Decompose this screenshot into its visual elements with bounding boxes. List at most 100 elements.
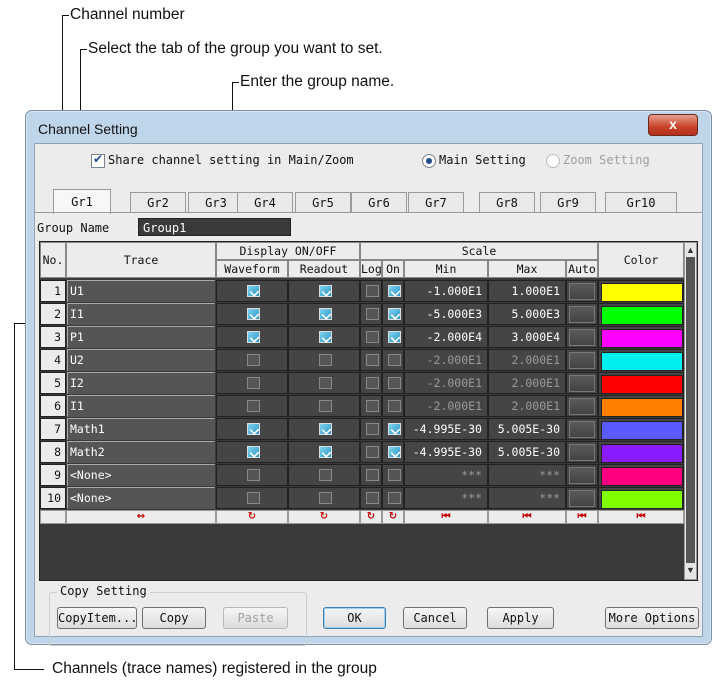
- scale-max-field[interactable]: 2.000E1: [488, 395, 566, 417]
- log-scale-checkbox[interactable]: [365, 446, 379, 458]
- scale-max-field[interactable]: 1.000E1: [488, 280, 566, 302]
- auto-scale-button[interactable]: [569, 329, 595, 346]
- auto-scale-button[interactable]: [569, 421, 595, 438]
- trace-move-icon[interactable]: ↔: [66, 510, 216, 524]
- tab-gr8[interactable]: Gr8: [479, 192, 535, 213]
- on-reset-icon[interactable]: ↻: [382, 510, 404, 524]
- tab-gr4[interactable]: Gr4: [237, 192, 293, 213]
- waveform-checkbox[interactable]: [246, 469, 260, 481]
- log-scale-checkbox[interactable]: [365, 400, 379, 412]
- log-scale-checkbox[interactable]: [365, 331, 379, 343]
- waveform-checkbox[interactable]: [246, 492, 260, 504]
- scale-on-checkbox[interactable]: [387, 400, 401, 412]
- more-options-button[interactable]: More Options: [605, 607, 699, 629]
- cancel-button[interactable]: Cancel: [403, 607, 467, 629]
- waveform-checkbox[interactable]: [246, 331, 260, 343]
- scale-on-checkbox[interactable]: [387, 377, 401, 389]
- scale-min-field[interactable]: ***: [404, 487, 488, 509]
- color-swatch[interactable]: [601, 490, 683, 508]
- color-swatch[interactable]: [601, 375, 683, 393]
- readout-checkbox[interactable]: [318, 377, 332, 389]
- copy-item-button[interactable]: CopyItem...: [57, 607, 137, 629]
- readout-checkbox[interactable]: [318, 354, 332, 366]
- auto-scale-button[interactable]: [569, 444, 595, 461]
- readout-checkbox[interactable]: [318, 492, 332, 504]
- log-scale-checkbox[interactable]: [365, 469, 379, 481]
- scale-min-field[interactable]: ***: [404, 464, 488, 486]
- log-scale-checkbox[interactable]: [365, 377, 379, 389]
- scale-max-field[interactable]: 3.000E4: [488, 326, 566, 348]
- color-swatch[interactable]: [601, 444, 683, 462]
- apply-button[interactable]: Apply: [487, 607, 554, 629]
- trace-name-field[interactable]: P1: [67, 326, 215, 348]
- scale-min-field[interactable]: -1.000E1: [404, 280, 488, 302]
- auto-scale-button[interactable]: [569, 352, 595, 369]
- scale-on-checkbox[interactable]: [387, 285, 401, 297]
- readout-checkbox[interactable]: [318, 285, 332, 297]
- share-checkbox[interactable]: ✔: [91, 152, 105, 168]
- waveform-reset-icon[interactable]: ↻: [216, 510, 288, 524]
- tab-gr9[interactable]: Gr9: [540, 192, 596, 213]
- waveform-checkbox[interactable]: [246, 285, 260, 297]
- scale-min-field[interactable]: -2.000E4: [404, 326, 488, 348]
- log-scale-checkbox[interactable]: [365, 354, 379, 366]
- readout-checkbox[interactable]: [318, 469, 332, 481]
- readout-checkbox[interactable]: [318, 400, 332, 412]
- color-swatch[interactable]: [601, 283, 683, 301]
- scale-max-field[interactable]: 5.000E3: [488, 303, 566, 325]
- scale-on-checkbox[interactable]: [387, 308, 401, 320]
- main-setting-radio[interactable]: [422, 154, 436, 168]
- auto-scale-button[interactable]: [569, 375, 595, 392]
- tab-gr6[interactable]: Gr6: [351, 192, 407, 213]
- trace-name-field[interactable]: <None>: [67, 487, 215, 509]
- vertical-scrollbar[interactable]: ▲ ▼: [684, 242, 697, 580]
- log-reset-icon[interactable]: ↻: [360, 510, 382, 524]
- scale-min-field[interactable]: -2.000E1: [404, 372, 488, 394]
- trace-name-field[interactable]: Math2: [67, 441, 215, 463]
- scale-max-field[interactable]: 5.005E-30: [488, 418, 566, 440]
- waveform-checkbox[interactable]: [246, 377, 260, 389]
- auto-scale-button[interactable]: [569, 306, 595, 323]
- waveform-checkbox[interactable]: [246, 446, 260, 458]
- waveform-checkbox[interactable]: [246, 354, 260, 366]
- group-name-input[interactable]: Group1: [138, 218, 291, 236]
- tab-gr7[interactable]: Gr7: [408, 192, 464, 213]
- color-swatch[interactable]: [601, 421, 683, 439]
- color-swatch[interactable]: [601, 306, 683, 324]
- trace-name-field[interactable]: I2: [67, 372, 215, 394]
- scale-max-field[interactable]: ***: [488, 464, 566, 486]
- scale-on-checkbox[interactable]: [387, 331, 401, 343]
- trace-name-field[interactable]: I1: [67, 303, 215, 325]
- waveform-checkbox[interactable]: [246, 308, 260, 320]
- max-first-icon[interactable]: ⏮: [488, 510, 566, 524]
- readout-checkbox[interactable]: [318, 308, 332, 320]
- scale-max-field[interactable]: ***: [488, 487, 566, 509]
- trace-name-field[interactable]: U1: [67, 280, 215, 302]
- tab-gr1[interactable]: Gr1: [53, 189, 111, 214]
- scale-min-field[interactable]: -2.000E1: [404, 395, 488, 417]
- copy-button[interactable]: Copy: [142, 607, 206, 629]
- scale-min-field[interactable]: -2.000E1: [404, 349, 488, 371]
- trace-name-field[interactable]: U2: [67, 349, 215, 371]
- color-first-icon[interactable]: ⏮: [598, 510, 684, 524]
- scale-on-checkbox[interactable]: [387, 469, 401, 481]
- color-swatch[interactable]: [601, 329, 683, 347]
- scroll-up-icon[interactable]: ▲: [686, 245, 695, 255]
- tab-gr10[interactable]: Gr10: [605, 192, 677, 213]
- auto-scale-button[interactable]: [569, 467, 595, 484]
- readout-checkbox[interactable]: [318, 331, 332, 343]
- scale-min-field[interactable]: -5.000E3: [404, 303, 488, 325]
- scale-on-checkbox[interactable]: [387, 423, 401, 435]
- scale-on-checkbox[interactable]: [387, 354, 401, 366]
- scroll-down-icon[interactable]: ▼: [686, 565, 695, 575]
- scale-on-checkbox[interactable]: [387, 446, 401, 458]
- auto-scale-button[interactable]: [569, 490, 595, 507]
- waveform-checkbox[interactable]: [246, 400, 260, 412]
- trace-name-field[interactable]: I1: [67, 395, 215, 417]
- color-swatch[interactable]: [601, 352, 683, 370]
- tab-gr2[interactable]: Gr2: [130, 192, 186, 213]
- waveform-checkbox[interactable]: [246, 423, 260, 435]
- trace-name-field[interactable]: Math1: [67, 418, 215, 440]
- tab-gr5[interactable]: Gr5: [295, 192, 351, 213]
- auto-first-icon[interactable]: ⏮: [566, 510, 598, 524]
